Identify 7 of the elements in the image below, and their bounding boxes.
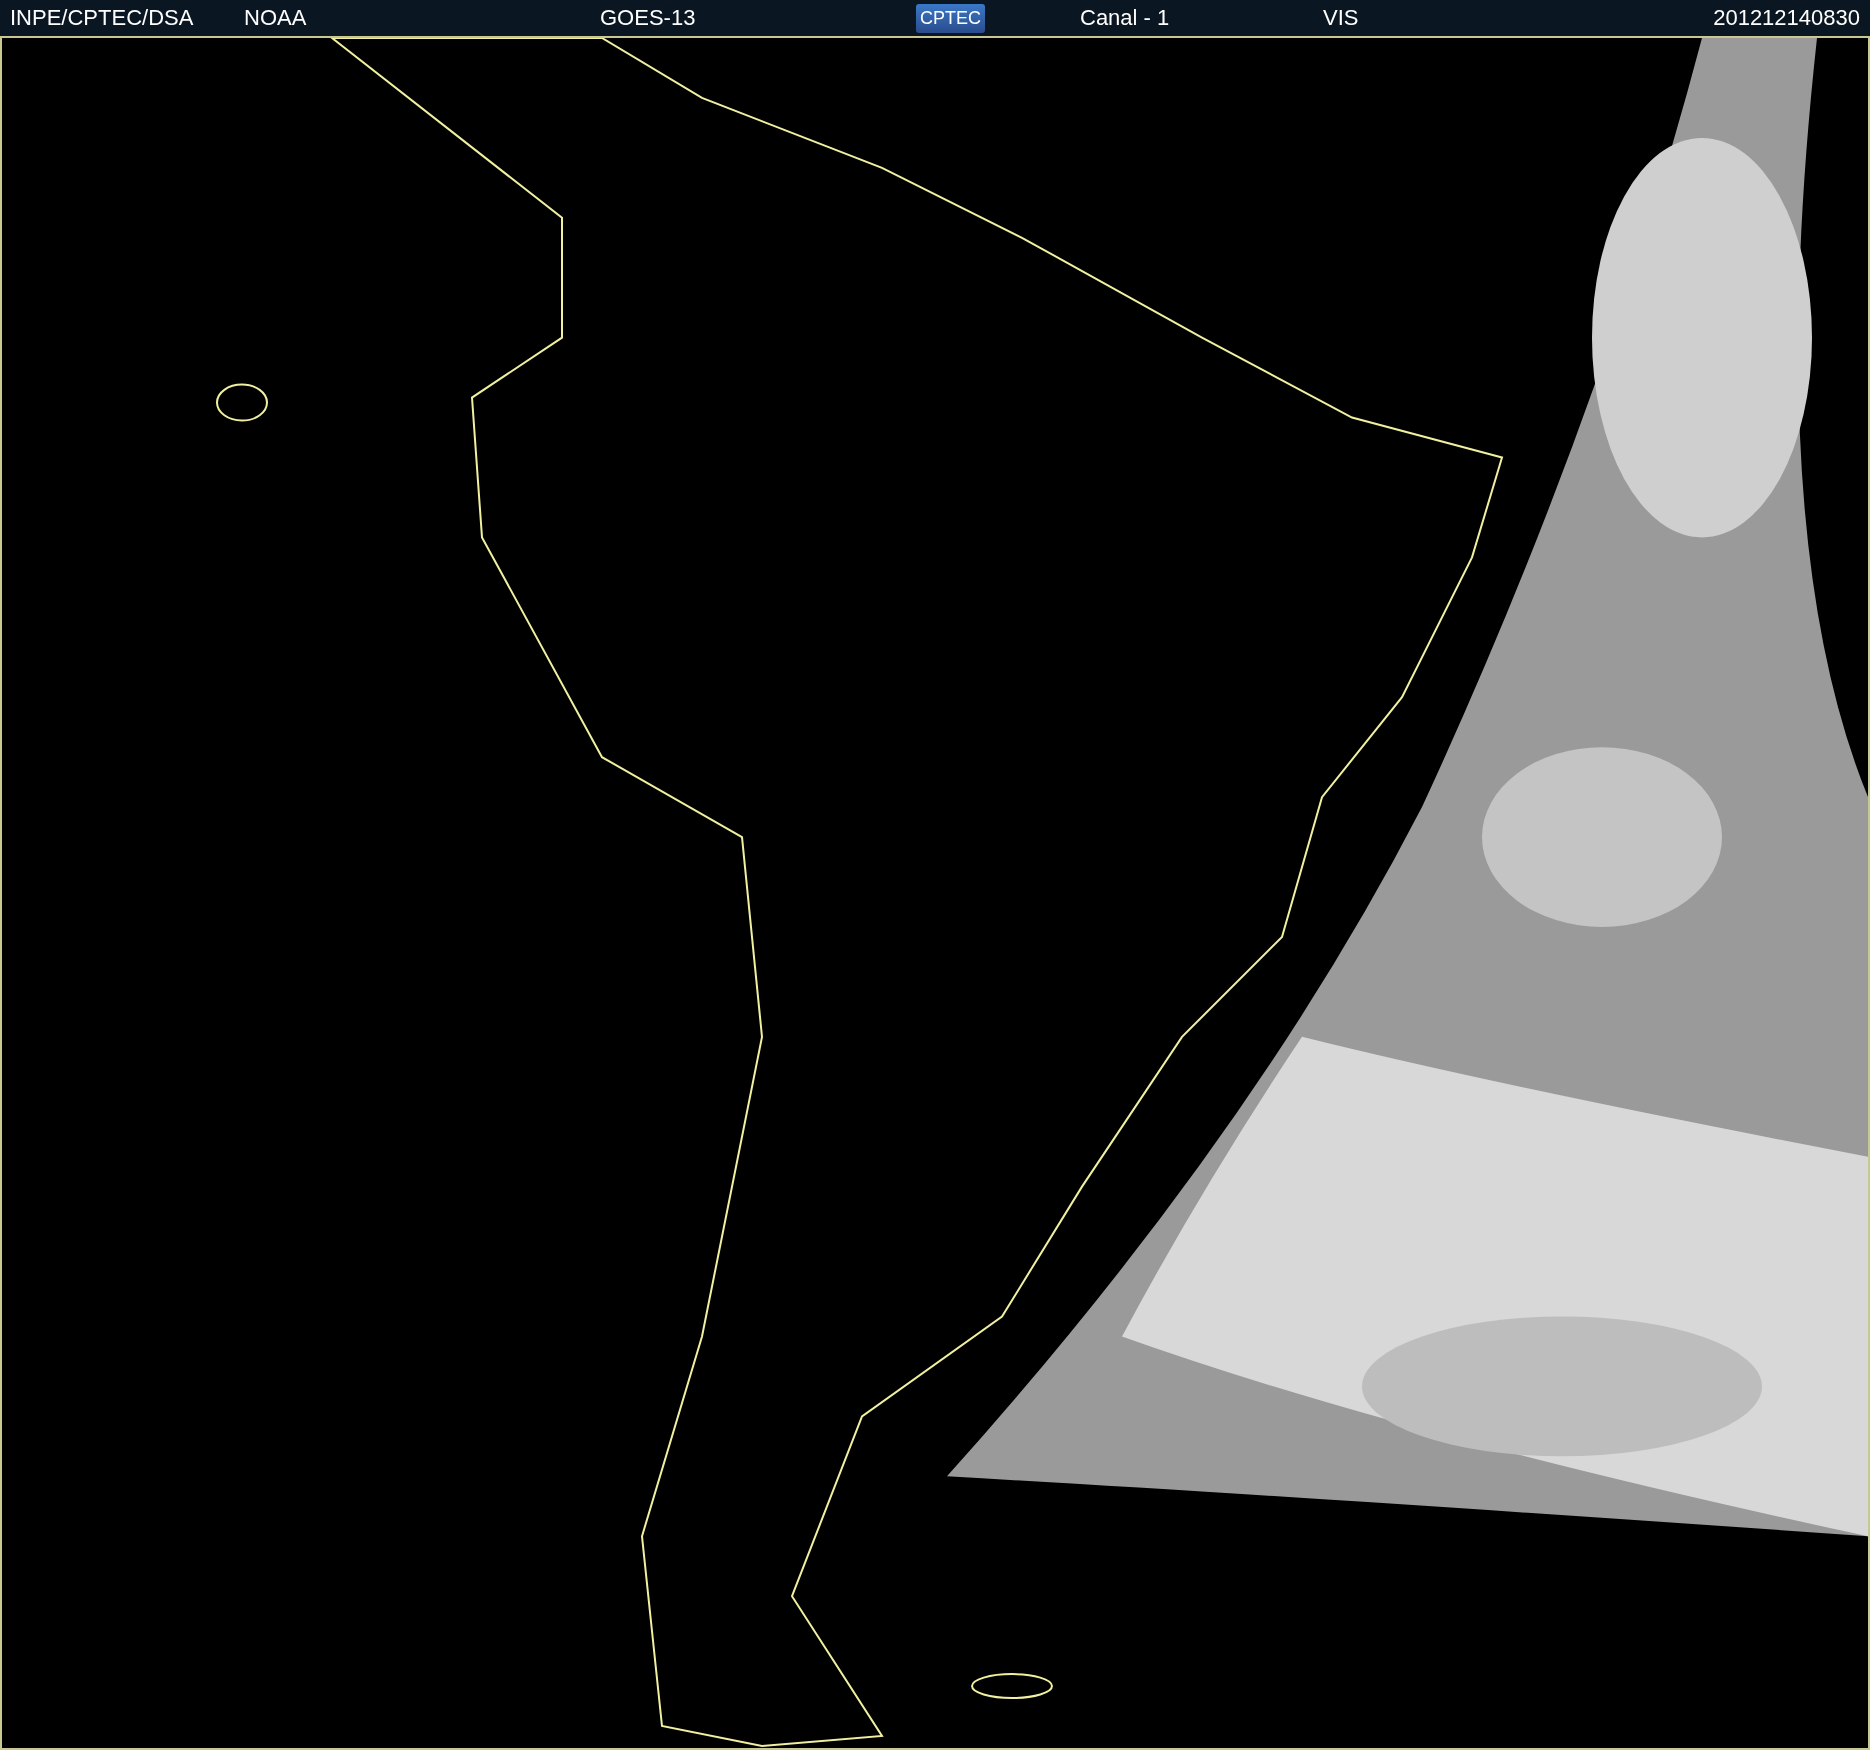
header-label: Canal - 1 [1080, 5, 1170, 31]
logo: CPTEC [916, 3, 985, 33]
header-label: GOES-13 [600, 5, 696, 31]
header-label: INPE/CPTEC/DSA [10, 5, 194, 31]
header-label: VIS [1323, 5, 1359, 31]
header-label: NOAA [244, 5, 307, 31]
timestamp: 201212140830 [1713, 5, 1860, 31]
